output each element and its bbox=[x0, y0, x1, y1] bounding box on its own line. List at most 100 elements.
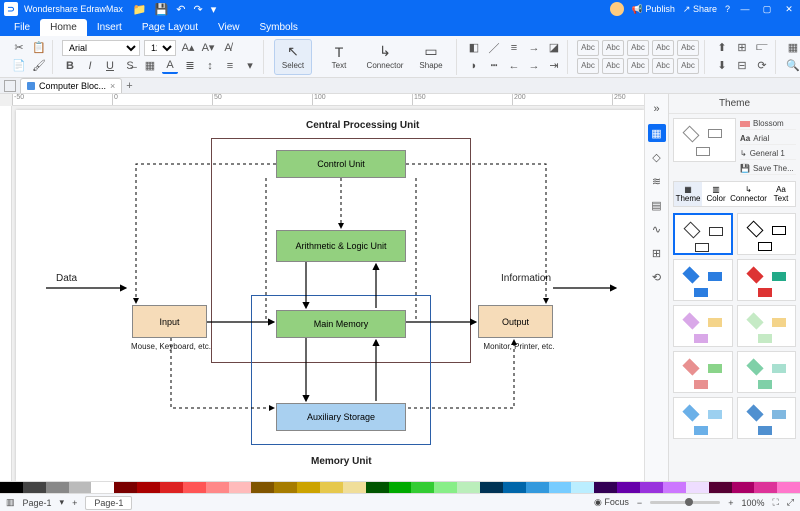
theme-panel-icon[interactable]: ▦ bbox=[648, 124, 666, 142]
bullets-icon[interactable]: ≣ bbox=[182, 58, 198, 74]
publish-button[interactable]: 📢 Publish bbox=[632, 4, 675, 15]
document-tab[interactable]: Computer Bloc... × bbox=[20, 78, 122, 93]
output-box[interactable]: Output bbox=[478, 305, 553, 338]
main-memory-box[interactable]: Main Memory bbox=[276, 310, 406, 338]
connector-panel-icon[interactable]: ∿ bbox=[648, 220, 666, 238]
history-icon[interactable]: ⟲ bbox=[648, 268, 666, 286]
properties-icon[interactable]: ⊞ bbox=[648, 244, 666, 262]
line-icon[interactable]: ／ bbox=[486, 40, 502, 56]
page-indicator[interactable]: Page-1 bbox=[23, 498, 52, 508]
color-swatch[interactable] bbox=[320, 482, 343, 493]
tab-icon[interactable] bbox=[4, 80, 16, 92]
bold-icon[interactable]: B bbox=[62, 58, 78, 74]
theme-gallery-item[interactable] bbox=[673, 259, 733, 301]
color-swatch[interactable] bbox=[480, 482, 503, 493]
add-page-button[interactable]: + bbox=[72, 498, 77, 508]
color-swatch[interactable] bbox=[709, 482, 732, 493]
color-swatch[interactable] bbox=[91, 482, 114, 493]
align-left-icon[interactable]: ≡ bbox=[222, 58, 238, 74]
color-swatch[interactable] bbox=[526, 482, 549, 493]
start-arrow-icon[interactable]: ← bbox=[506, 58, 522, 74]
theme-gallery-item[interactable] bbox=[673, 397, 733, 439]
qat-dropdown-icon[interactable]: ▾ bbox=[211, 3, 217, 16]
focus-toggle[interactable]: ◉ Focus bbox=[594, 497, 629, 508]
theme-preview-image[interactable] bbox=[673, 118, 736, 162]
quick-style-2[interactable]: Abc bbox=[602, 40, 624, 56]
tab-view[interactable]: View bbox=[208, 19, 250, 36]
color-swatch[interactable] bbox=[617, 482, 640, 493]
control-unit-box[interactable]: Control Unit bbox=[276, 150, 406, 178]
end-arrow-icon[interactable]: → bbox=[526, 58, 542, 74]
zoom-out-button[interactable]: − bbox=[637, 498, 642, 508]
subtab-connector[interactable]: ↳Connector bbox=[730, 182, 767, 206]
cut-icon[interactable]: ✂ bbox=[11, 40, 27, 56]
color-swatch[interactable] bbox=[389, 482, 412, 493]
shape-tool[interactable]: ▭Shape bbox=[412, 39, 450, 75]
theme-row-font[interactable]: AaArial bbox=[740, 133, 796, 145]
theme-gallery-item[interactable] bbox=[737, 305, 797, 347]
font-name-select[interactable]: Arial bbox=[62, 40, 140, 56]
alu-box[interactable]: Arithmetic & Logic Unit bbox=[276, 230, 406, 262]
underline-icon[interactable]: U bbox=[102, 58, 118, 74]
color-swatch[interactable] bbox=[274, 482, 297, 493]
help-icon[interactable]: ? bbox=[725, 4, 730, 14]
tab-page-layout[interactable]: Page Layout bbox=[132, 19, 208, 36]
rotate-icon[interactable]: ⟳ bbox=[754, 58, 770, 74]
color-swatch[interactable] bbox=[686, 482, 709, 493]
color-swatch[interactable] bbox=[732, 482, 755, 493]
fullscreen-icon[interactable]: ⤢ bbox=[787, 497, 794, 508]
align-more-icon[interactable]: ▾ bbox=[242, 58, 258, 74]
dash-icon[interactable]: ┅ bbox=[486, 58, 502, 74]
page-size-icon[interactable]: ▦ bbox=[785, 40, 800, 56]
paste-icon[interactable]: 📄 bbox=[11, 58, 27, 74]
theme-gallery-item[interactable] bbox=[737, 397, 797, 439]
align-icon[interactable]: ⫍ bbox=[754, 40, 770, 56]
aux-storage-box[interactable]: Auxiliary Storage bbox=[276, 403, 406, 431]
line-spacing-icon[interactable]: ↕ bbox=[202, 58, 218, 74]
theme-row-blossom[interactable]: Blossom bbox=[740, 118, 796, 130]
color-swatch[interactable] bbox=[206, 482, 229, 493]
page-panel-icon[interactable]: ▤ bbox=[648, 196, 666, 214]
color-swatch[interactable] bbox=[663, 482, 686, 493]
color-swatch[interactable] bbox=[46, 482, 69, 493]
color-swatch[interactable] bbox=[229, 482, 252, 493]
color-swatch[interactable] bbox=[183, 482, 206, 493]
highlight-icon[interactable]: ▦ bbox=[142, 58, 158, 74]
canvas[interactable]: Central Processing Unit Control Unit Ari… bbox=[16, 110, 644, 481]
find-icon[interactable]: 🔍 bbox=[785, 58, 800, 74]
tab-symbols[interactable]: Symbols bbox=[250, 19, 308, 36]
fill-icon[interactable]: ◧ bbox=[466, 40, 482, 56]
color-swatch[interactable] bbox=[69, 482, 92, 493]
arrow-icon[interactable]: → bbox=[526, 40, 542, 56]
zoom-in-button[interactable]: + bbox=[728, 498, 733, 508]
color-swatch[interactable] bbox=[571, 482, 594, 493]
pages-dropdown-icon[interactable]: ▥ bbox=[6, 497, 15, 508]
color-swatch[interactable] bbox=[503, 482, 526, 493]
color-swatch[interactable] bbox=[754, 482, 777, 493]
color-swatch[interactable] bbox=[251, 482, 274, 493]
color-swatch[interactable] bbox=[297, 482, 320, 493]
to-front-icon[interactable]: ⬆ bbox=[714, 40, 730, 56]
color-swatch[interactable] bbox=[343, 482, 366, 493]
quick-style-5[interactable]: Abc bbox=[677, 40, 699, 56]
italic-icon[interactable]: I bbox=[82, 58, 98, 74]
font-size-select[interactable]: 12 bbox=[144, 40, 176, 56]
color-swatch[interactable] bbox=[457, 482, 480, 493]
color-swatch[interactable] bbox=[114, 482, 137, 493]
quick-style-9[interactable]: Abc bbox=[652, 58, 674, 74]
user-avatar[interactable] bbox=[610, 2, 624, 16]
quick-style-10[interactable]: Abc bbox=[677, 58, 699, 74]
close-button[interactable]: ✕ bbox=[782, 4, 796, 15]
to-back-icon[interactable]: ⬇ bbox=[714, 58, 730, 74]
color-swatch[interactable] bbox=[137, 482, 160, 493]
color-swatch[interactable] bbox=[549, 482, 572, 493]
theme-gallery-item[interactable] bbox=[673, 213, 733, 255]
text-tool[interactable]: TText bbox=[320, 39, 358, 75]
theme-gallery-item[interactable] bbox=[673, 305, 733, 347]
subtab-theme[interactable]: ▦Theme bbox=[674, 182, 702, 206]
color-swatch[interactable] bbox=[640, 482, 663, 493]
color-swatch[interactable] bbox=[434, 482, 457, 493]
endpoints-icon[interactable]: ⇥ bbox=[546, 58, 562, 74]
redo-icon[interactable]: ↷ bbox=[194, 3, 203, 16]
copy-icon[interactable]: 📋 bbox=[31, 40, 47, 56]
